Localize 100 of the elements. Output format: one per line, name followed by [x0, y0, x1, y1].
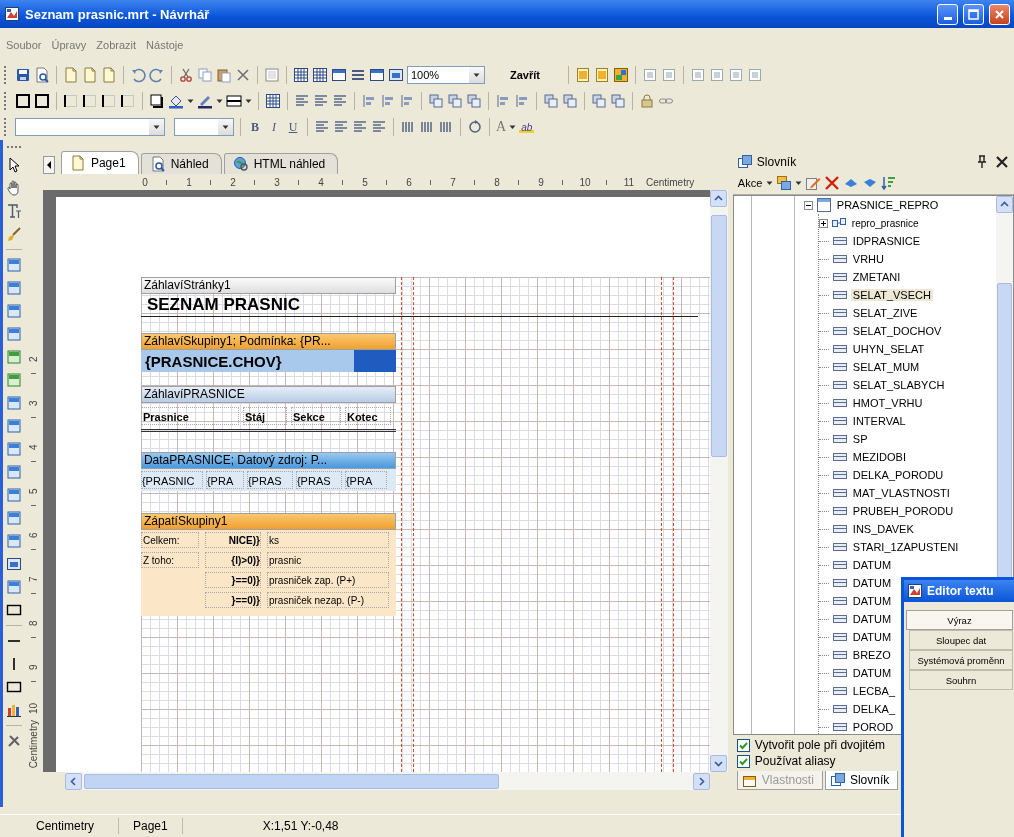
delete-icon[interactable]	[235, 67, 251, 83]
columns-icon[interactable]	[400, 119, 416, 135]
checkbox[interactable]	[736, 754, 750, 768]
line-style-icon[interactable]	[226, 93, 242, 109]
close-icon[interactable]	[994, 154, 1010, 170]
band-header[interactable]: ZáhlavíPRASNICE	[140, 386, 396, 403]
align-icon[interactable]	[352, 119, 368, 135]
expand-icon[interactable]	[818, 218, 828, 228]
align-icon[interactable]	[314, 119, 330, 135]
chart-icon[interactable]	[5, 702, 22, 718]
layer-icon[interactable]	[447, 93, 463, 109]
tree-item[interactable]: SELAT_MUM	[850, 361, 922, 373]
report-icon[interactable]	[574, 67, 591, 83]
columns-icon[interactable]	[419, 119, 435, 135]
tree-item[interactable]: DATUM	[850, 667, 894, 679]
format-button[interactable]: U	[285, 119, 301, 135]
data-field[interactable]: {PRA	[205, 471, 244, 489]
summary-text[interactable]: prasniček zap. (P+)	[266, 572, 389, 588]
tree-item[interactable]: INS_DAVEK	[850, 523, 916, 535]
print-preview-icon[interactable]	[34, 67, 50, 83]
tab[interactable]: Systémová proměnn	[909, 650, 1013, 670]
paint-bucket-icon[interactable]	[168, 93, 184, 109]
table-icon[interactable]	[815, 197, 832, 213]
header-cell[interactable]: Stáj	[242, 407, 287, 425]
tile-icon[interactable]	[746, 67, 763, 83]
tree-item[interactable]: repro_prasnice	[849, 217, 921, 229]
tree-item[interactable]: HMOT_VRHU	[850, 397, 925, 409]
summary-field[interactable]: }==0)}	[204, 572, 261, 588]
tree-item[interactable]: DATUM	[850, 631, 894, 643]
layer-icon[interactable]	[543, 93, 559, 109]
tile-icon[interactable]	[689, 67, 706, 83]
data-field[interactable]: {PRAS	[246, 471, 293, 489]
window-icon[interactable]	[331, 67, 347, 83]
align-icon[interactable]	[333, 119, 349, 135]
page-icon[interactable]	[63, 67, 79, 83]
tree-item[interactable]: DELKA_PORODU	[850, 469, 946, 481]
window-icon[interactable]	[369, 67, 385, 83]
list-icon[interactable]	[350, 67, 366, 83]
band-icon[interactable]	[5, 395, 22, 411]
summary-field[interactable]: {I)>0)}	[204, 552, 261, 568]
tab[interactable]: Souhrn	[909, 670, 1013, 690]
band-icon[interactable]	[5, 280, 22, 296]
lock-icon[interactable]	[639, 93, 655, 109]
border-side-icon[interactable]	[101, 93, 117, 109]
tree-item[interactable]: UHYN_SELAT	[850, 343, 927, 355]
minimize-button[interactable]	[937, 3, 958, 25]
border-icon[interactable]	[34, 93, 50, 109]
checkbox[interactable]	[736, 738, 750, 752]
menu-item[interactable]: Nástoje	[146, 39, 184, 51]
print-preview-icon[interactable]	[149, 156, 166, 172]
band-icon[interactable]	[5, 326, 22, 342]
tree-item[interactable]: DATUM	[850, 613, 894, 625]
grid-icon[interactable]	[293, 67, 309, 83]
dictionary-icon[interactable]	[736, 154, 753, 170]
band-icon[interactable]	[5, 464, 22, 480]
tree-item[interactable]: SP	[850, 433, 870, 445]
menu-item[interactable]: Zobrazit	[96, 39, 137, 51]
format-button[interactable]: B	[247, 119, 263, 135]
data-field[interactable]: {PRAS	[295, 471, 342, 489]
text-tool-icon[interactable]	[5, 203, 22, 219]
tree-item[interactable]: BREZO	[850, 649, 893, 661]
tree-item[interactable]: SELAT_DOCHOV	[850, 325, 944, 337]
scrollbar[interactable]	[64, 772, 710, 790]
data-source-icon[interactable]	[776, 175, 793, 191]
border-side-icon[interactable]	[63, 93, 79, 109]
grid-icon[interactable]	[312, 67, 328, 83]
tree-item[interactable]: DELKA_	[850, 703, 898, 715]
tree-item[interactable]: STARI_1ZAPUSTENI	[850, 541, 961, 553]
band-header[interactable]: ZápatíSkupiny1	[140, 513, 396, 530]
shadow-icon[interactable]	[149, 93, 165, 109]
tab[interactable]: HTML náhled	[223, 153, 339, 174]
page-icon[interactable]	[101, 67, 117, 83]
tree-item[interactable]: DATUM	[850, 595, 894, 607]
align-icon[interactable]	[294, 93, 310, 109]
tree-item[interactable]: LECBA_	[850, 685, 898, 697]
tree-item[interactable]: MAT_VLASTNOSTI	[850, 487, 952, 499]
layer-icon[interactable]	[466, 93, 482, 109]
highlight-button[interactable]: ab	[519, 121, 535, 133]
tree-item[interactable]: POROD	[850, 721, 896, 733]
pen-icon[interactable]	[197, 93, 213, 109]
menu-item[interactable]: Soubor	[6, 39, 42, 51]
tree-item[interactable]: SELAT_SLABYCH	[850, 379, 947, 391]
summary-label[interactable]: Z toho:	[140, 552, 199, 568]
page-icon[interactable]	[69, 155, 86, 171]
brush-icon[interactable]	[5, 226, 22, 242]
rotate-icon[interactable]	[467, 119, 483, 135]
tree-item[interactable]: VRHU	[850, 253, 886, 265]
header-cell[interactable]: Sekce	[290, 407, 341, 425]
zoom-dropdown[interactable]: 100%	[407, 66, 485, 84]
tab[interactable]: Slovník	[824, 771, 899, 790]
band-icon[interactable]	[5, 372, 22, 388]
tab[interactable]: Sloupec dat	[909, 630, 1013, 650]
tile-icon[interactable]	[708, 67, 725, 83]
band-icon[interactable]	[5, 418, 22, 434]
band-icon[interactable]	[5, 441, 22, 457]
grid-icon[interactable]	[265, 93, 281, 109]
page-icon[interactable]	[82, 67, 98, 83]
tile-icon[interactable]	[727, 67, 744, 83]
summary-text[interactable]: prasnic	[266, 552, 389, 568]
align-icon[interactable]	[313, 93, 329, 109]
